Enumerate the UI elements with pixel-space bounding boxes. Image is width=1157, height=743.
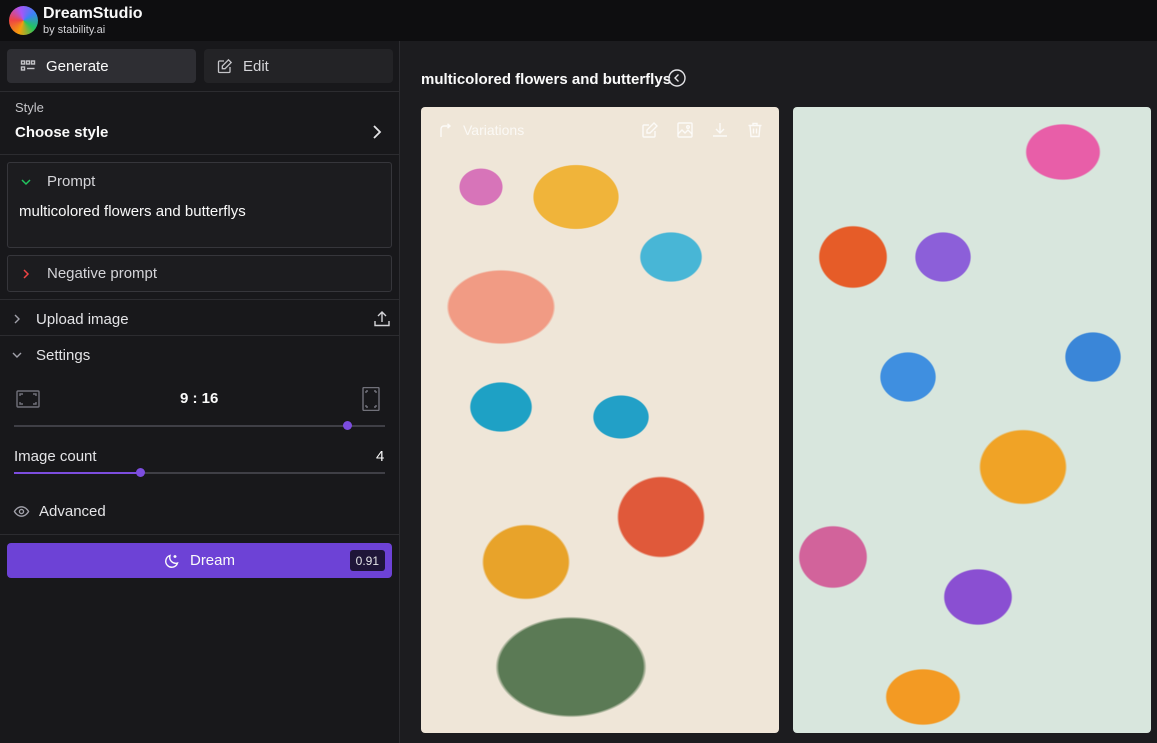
style-selector[interactable]: Style Choose style (15, 100, 385, 141)
trash-icon[interactable] (746, 121, 764, 139)
dreamstudio-logo-icon (9, 6, 38, 35)
prompt-box[interactable]: Prompt multicolored flowers and butterfl… (7, 162, 392, 248)
tab-generate-label: Generate (46, 57, 109, 75)
tab-edit-label: Edit (243, 57, 269, 75)
style-value: Choose style (15, 124, 109, 141)
prompt-input[interactable]: multicolored flowers and butterflys (19, 203, 380, 220)
chevron-right-icon (14, 314, 20, 324)
upload-image-row[interactable]: Upload image (11, 309, 391, 329)
chevron-down-icon (21, 178, 31, 185)
image-toolbar: Variations (421, 107, 779, 153)
settings-label: Settings (36, 346, 91, 364)
aspect-ratio-slider-thumb[interactable] (343, 421, 353, 430)
negative-prompt-label: Negative prompt (47, 265, 158, 282)
page-title: multicolored flowers and butterflys (421, 71, 672, 88)
chevron-right-icon (23, 268, 30, 279)
prompt-header[interactable]: Prompt (19, 173, 380, 190)
variations-label: Variations (463, 122, 525, 138)
image-count-label: Image count (14, 448, 97, 465)
aspect-ratio-value: 9 : 16 (180, 390, 219, 407)
advanced-label: Advanced (39, 502, 106, 520)
divider (0, 299, 399, 300)
image-count-value: 4 (376, 448, 385, 465)
generated-image-1[interactable]: Variations (421, 107, 779, 733)
mode-tabs: Generate Edit (7, 49, 393, 83)
divider (0, 534, 399, 535)
eye-icon (13, 505, 30, 517)
divider (0, 335, 399, 336)
image-count-slider-fill (14, 472, 141, 474)
settings-header[interactable]: Settings (11, 345, 391, 365)
upload-image-label: Upload image (36, 310, 129, 328)
image-count-slider-thumb[interactable] (135, 468, 145, 477)
brand-subtitle: by stability.ai (43, 23, 106, 36)
tab-generate[interactable]: Generate (7, 49, 196, 83)
dream-button-label: Dream (189, 552, 235, 569)
top-bar: DreamStudio by stability.ai (0, 0, 1157, 41)
grid-icon (20, 60, 36, 71)
back-icon[interactable] (668, 69, 686, 87)
edit-icon[interactable] (641, 121, 659, 139)
image-icon[interactable] (676, 121, 694, 139)
advanced-row[interactable]: Advanced (13, 501, 393, 521)
portrait-ratio-icon[interactable] (359, 387, 383, 411)
negative-prompt-header[interactable]: Negative prompt (19, 265, 380, 282)
sidebar: Generate Edit Style Choose style Prompt … (0, 41, 400, 743)
edit-icon (217, 58, 233, 74)
landscape-ratio-icon[interactable] (16, 387, 40, 411)
negative-prompt-box[interactable]: Negative prompt (7, 255, 392, 292)
brand-name: DreamStudio (43, 4, 143, 22)
style-label: Style (15, 100, 44, 115)
moon-icon (165, 553, 179, 568)
main-panel: multicolored flowers and butterflys Vari… (400, 41, 1157, 743)
divider (0, 154, 399, 155)
credit-cost-badge: 0.91 (349, 550, 385, 571)
variations-button[interactable]: Variations (438, 122, 524, 138)
chevron-right-icon (373, 125, 382, 139)
divider (0, 91, 399, 92)
upload-icon[interactable] (373, 310, 391, 328)
download-icon[interactable] (711, 121, 729, 139)
dream-button[interactable]: Dream 0.91 (7, 543, 392, 578)
brand: DreamStudio by stability.ai (43, 4, 143, 36)
prompt-label: Prompt (47, 173, 96, 190)
chevron-down-icon (12, 352, 22, 358)
aspect-ratio-slider[interactable] (14, 421, 385, 430)
image-count-slider[interactable] (14, 468, 385, 477)
generated-image-2[interactable] (793, 107, 1151, 733)
tab-edit[interactable]: Edit (204, 49, 393, 83)
branch-icon (440, 122, 452, 137)
